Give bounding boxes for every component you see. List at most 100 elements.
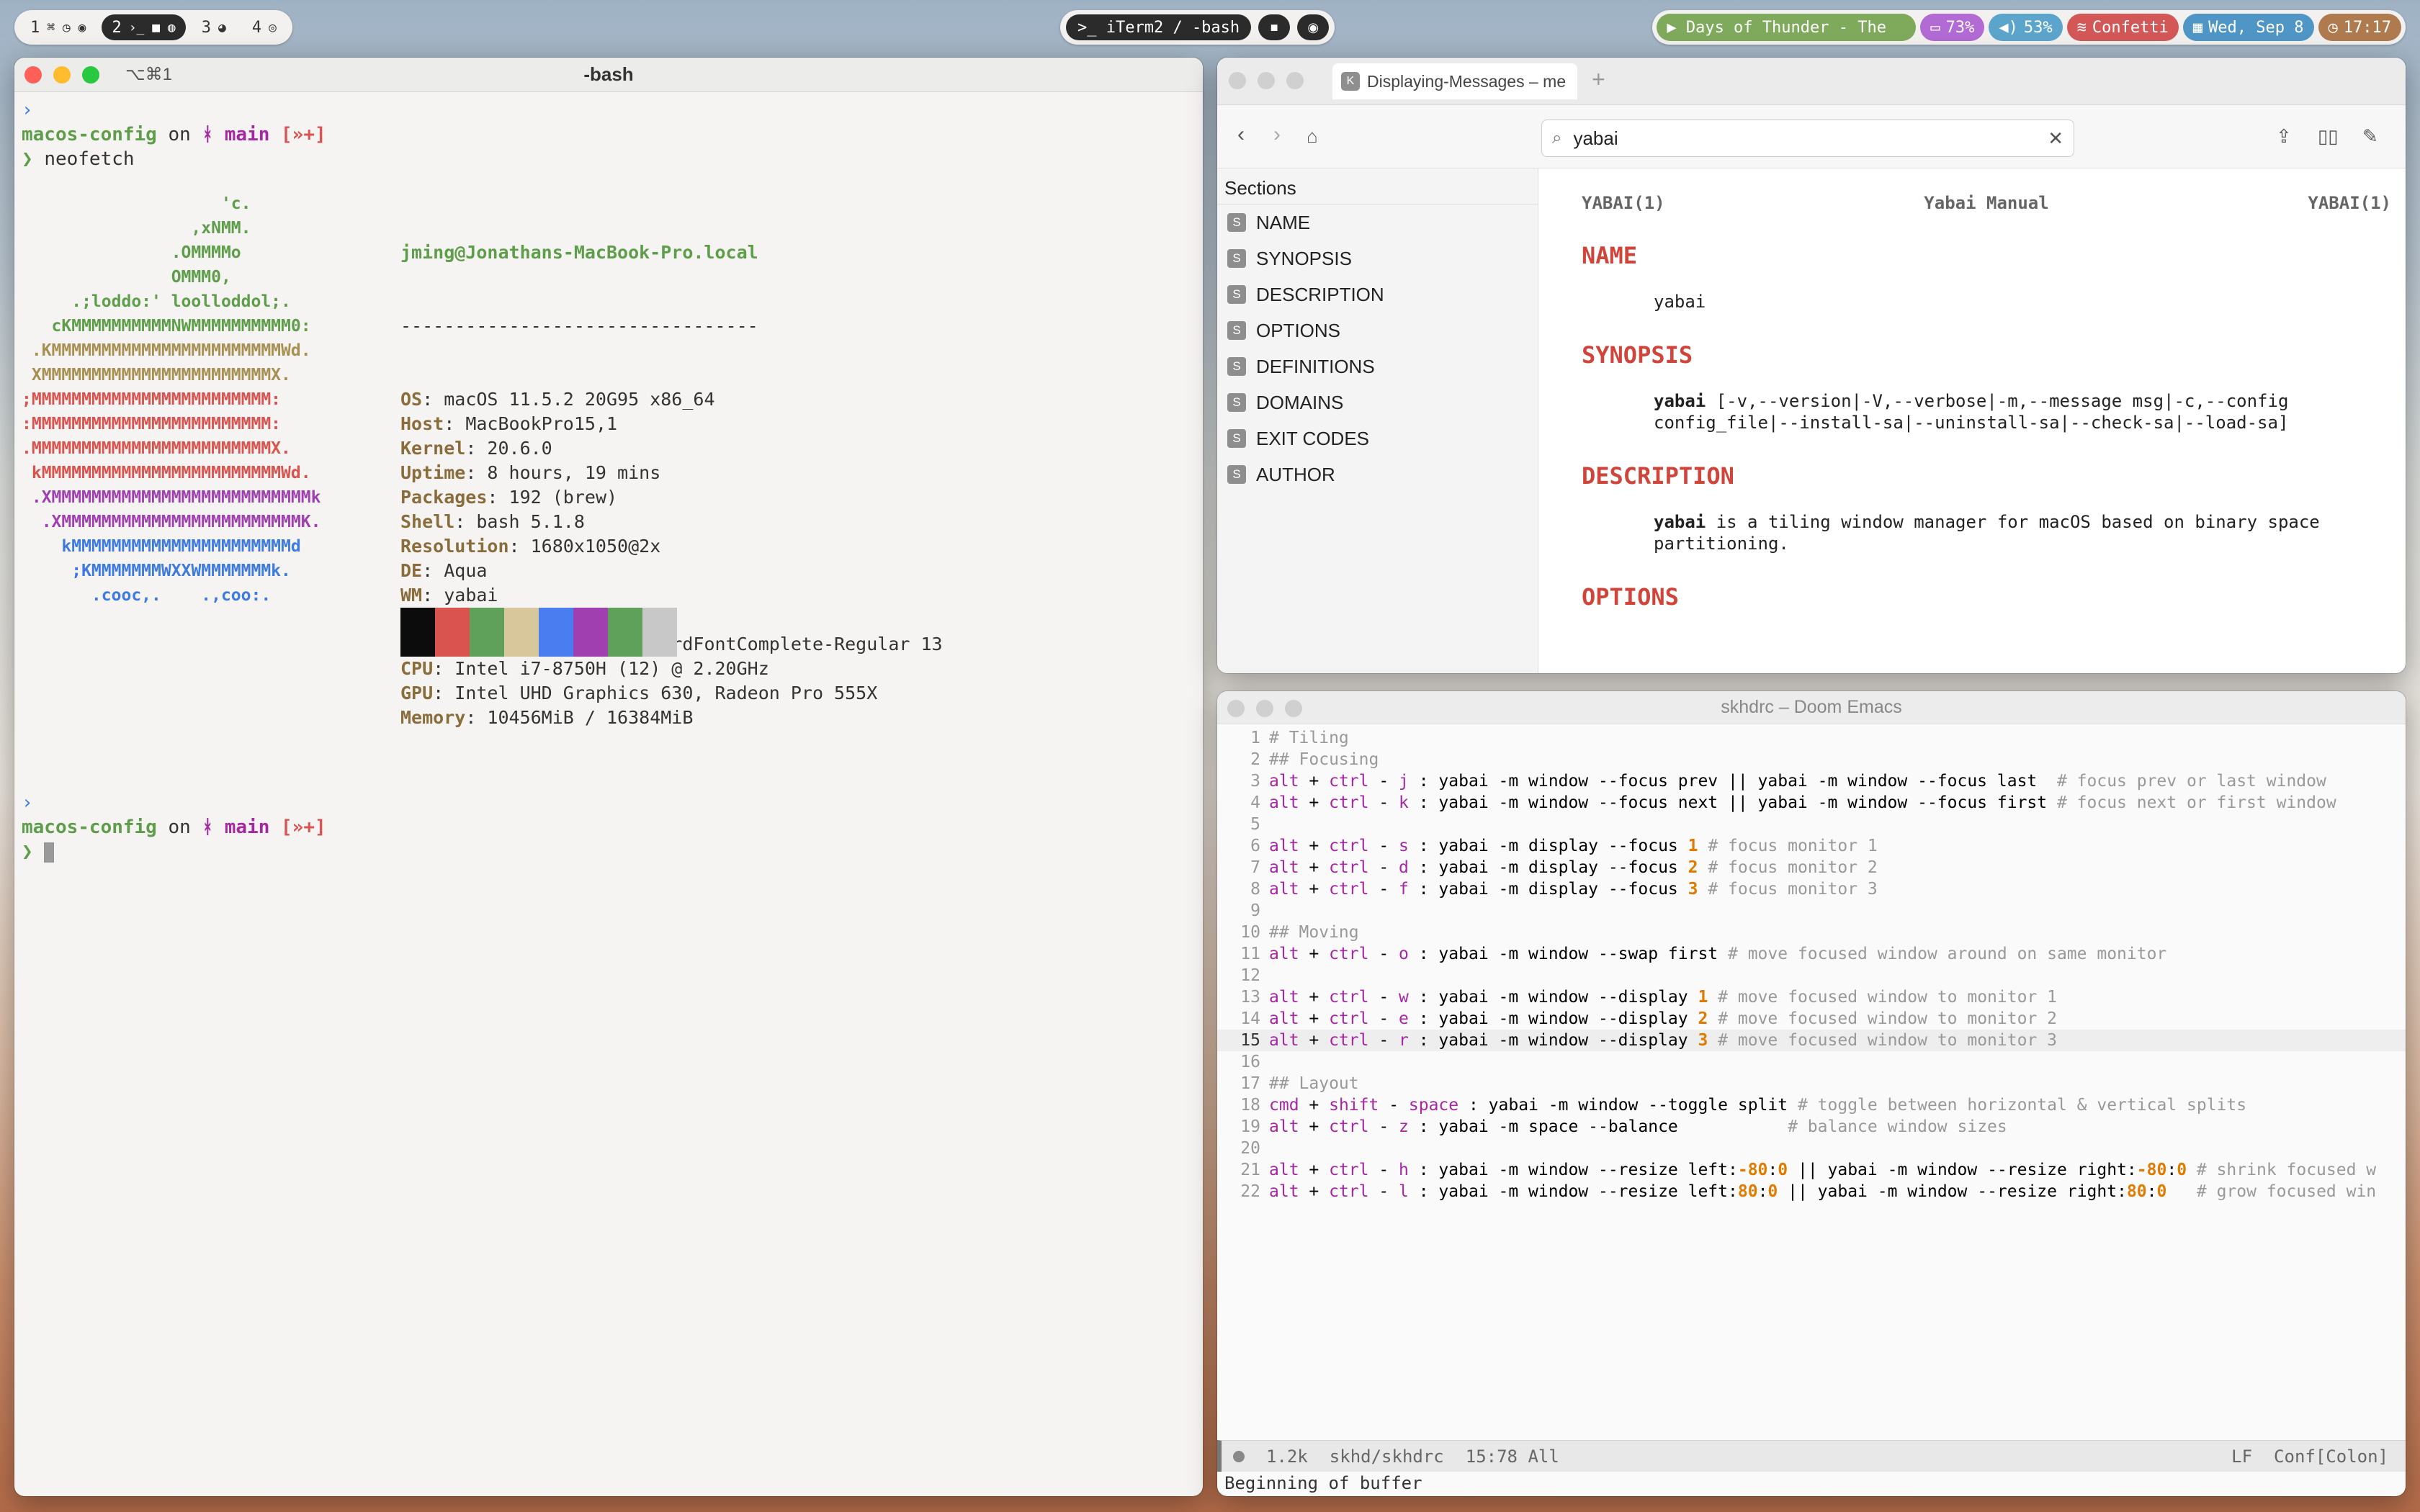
space-1[interactable]: 1 ⌘ ◷ ◉ [20, 14, 96, 40]
spaces-bar: 1 ⌘ ◷ ◉ 2 ›_ ■ ◍ 3 ◕ 4 ◎ [14, 10, 292, 45]
info-value: yabai [444, 585, 498, 606]
logo-line: ;MMMMMMMMMMMMMMMMMMMMMMMM: [22, 390, 282, 409]
home-icon[interactable]: ⌂ [1307, 125, 1318, 148]
space-number: 1 [30, 18, 40, 37]
space-app-icons: ›_ ■ ◍ [128, 19, 176, 35]
info-key: Host [400, 413, 444, 434]
logo-line: XMMMMMMMMMMMMMMMMMMMMMMMX. [22, 366, 291, 384]
code-line[interactable]: 14 alt + ctrl - e : yabai -m window --dis… [1217, 1008, 2406, 1030]
section-item[interactable]: S OPTIONS [1217, 312, 1538, 348]
space-2[interactable]: 2 ›_ ■ ◍ [102, 14, 186, 40]
synopsis-rest: [-v,--version|-V,--verbose|-m,--message … [1706, 391, 2289, 411]
code-line[interactable]: 11 alt + ctrl - o : yabai -m window --swa… [1217, 943, 2406, 965]
clock-icon: ◷ [2328, 18, 2338, 37]
tab-bar: K Displaying-Messages – me + [1217, 58, 2406, 105]
line-number: 14 [1240, 1009, 1260, 1028]
code-line[interactable]: 12 [1217, 965, 2406, 986]
line-text: alt + ctrl - o : yabai -m window --swap … [1269, 945, 2167, 963]
code-line[interactable]: 4 alt + ctrl - k : yabai -m window --focu… [1217, 792, 2406, 814]
help-toolbar: ‹ › ⌂ ⌕ yabai ✕ ⇪ ▯▯ ✎ [1217, 105, 2406, 168]
heading-synopsis: SYNOPSIS [1582, 341, 1693, 369]
line-number: 9 [1250, 901, 1260, 920]
emacs-icon[interactable]: ◉ [1297, 14, 1330, 40]
modeline: 1.2k skhd/skhdrc 15:78 All LF Conf[Colon… [1217, 1440, 2406, 1472]
volume-status[interactable]: ◀) 53% [1989, 14, 2063, 41]
code-line[interactable]: 3 alt + ctrl - j : yabai -m window --focu… [1217, 770, 2406, 792]
line-number: 20 [1240, 1139, 1260, 1158]
tab-title: Displaying-Messages – me [1367, 71, 1567, 91]
logo-line: ,xNMM. [22, 219, 251, 238]
input-line[interactable]: ❯ [22, 840, 1196, 864]
code-line[interactable]: 22 alt + ctrl - l : yabai -m window --res… [1217, 1181, 2406, 1202]
zoom-button[interactable] [1286, 72, 1304, 89]
wifi-status[interactable]: ≋ Confetti [2066, 14, 2179, 41]
code-line[interactable]: 6 alt + ctrl - s : yabai -m display --foc… [1217, 835, 2406, 857]
code-line[interactable]: 13 alt + ctrl - w : yabai -m window --dis… [1217, 986, 2406, 1008]
search-field[interactable]: ⌕ yabai ✕ [1541, 120, 2074, 157]
code-line[interactable]: 16 [1217, 1051, 2406, 1073]
section-item[interactable]: S DEFINITIONS [1217, 348, 1538, 384]
minimize-button[interactable] [1258, 72, 1275, 89]
terminal-prompt-2: › macos-config on ᚼ main [»+] ❯ [14, 785, 1203, 870]
manual-header: YABAI(1) Yabai Manual YABAI(1) [1582, 193, 2391, 213]
space-3[interactable]: 3 ◕ [192, 14, 236, 40]
logo-line: .KMMMMMMMMMMMMMMMMMMMMMMMWd. [22, 341, 311, 360]
code-editor[interactable]: 1 # Tiling 2 ## Focusing 3 alt + ctrl - j : y… [1217, 727, 2406, 1202]
code-line[interactable]: 20 [1217, 1138, 2406, 1159]
color-swatch [435, 608, 470, 657]
now-playing-label: ▶ Days of Thunder - The [1667, 18, 1886, 37]
new-tab-button[interactable]: + [1592, 66, 1605, 93]
header-center: Yabai Manual [1924, 193, 2049, 213]
book-icon[interactable]: ▯▯ [2318, 125, 2339, 148]
battery-status[interactable]: ▭ 73% [1920, 14, 1985, 41]
finder-icon[interactable]: ■ [1258, 14, 1291, 40]
search-value[interactable]: yabai [1573, 127, 2036, 150]
code-line[interactable]: 9 [1217, 900, 2406, 922]
date-status[interactable]: ▦ Wed, Sep 8 [2182, 14, 2314, 41]
logo-line: kMMMMMMMMMMMMMMMMMMMMMMd [22, 537, 301, 556]
now-playing[interactable]: ▶ Days of Thunder - The [1657, 14, 1917, 41]
line-text: # Tiling [1269, 729, 1349, 747]
forward-button[interactable]: › [1273, 122, 1281, 147]
line-number: 18 [1240, 1096, 1260, 1115]
modified-indicator-icon [1233, 1450, 1245, 1462]
git-branch: main [224, 124, 270, 145]
code-line[interactable]: 21 alt + ctrl - h : yabai -m window --res… [1217, 1159, 2406, 1181]
code-line[interactable]: 18 cmd + shift - space : yabai -m window … [1217, 1094, 2406, 1116]
code-line[interactable]: 5 [1217, 814, 2406, 835]
code-line[interactable]: 1 # Tiling [1217, 727, 2406, 749]
section-item[interactable]: S DESCRIPTION [1217, 276, 1538, 312]
close-button[interactable] [1229, 72, 1246, 89]
focused-window-title[interactable]: >_ iTerm2 / -bash [1066, 14, 1252, 40]
heading-options: OPTIONS [1582, 583, 1679, 611]
clear-search-icon[interactable]: ✕ [2048, 127, 2063, 150]
section-item[interactable]: S EXIT CODES [1217, 420, 1538, 456]
section-item[interactable]: S NAME [1217, 204, 1538, 240]
code-line[interactable]: 7 alt + ctrl - d : yabai -m display --foc… [1217, 857, 2406, 878]
code-line[interactable]: 10 ## Moving [1217, 922, 2406, 943]
section-item[interactable]: S AUTHOR [1217, 456, 1538, 492]
code-line[interactable]: 19 alt + ctrl - z : yabai -m space --bala… [1217, 1116, 2406, 1138]
space-4[interactable]: 4 ◎ [242, 14, 287, 40]
back-button[interactable]: ‹ [1237, 122, 1245, 147]
clock-status[interactable]: ◷ 17:17 [2318, 14, 2401, 41]
section-item[interactable]: S SYNOPSIS [1217, 240, 1538, 276]
compose-icon[interactable]: ✎ [2362, 125, 2378, 148]
line-text: alt + ctrl - h : yabai -m window --resiz… [1269, 1161, 2377, 1179]
line-text: cmd + shift - space : yabai -m window --… [1269, 1096, 2247, 1115]
user-host: jming@Jonathans-MacBook-Pro.local [400, 242, 758, 263]
git-status: [»+] [281, 816, 326, 838]
active-tab[interactable]: K Displaying-Messages – me [1332, 63, 1577, 99]
code-line[interactable]: 15 alt + ctrl - r : yabai -m window --dis… [1217, 1030, 2406, 1051]
code-line[interactable]: 2 ## Focusing [1217, 749, 2406, 770]
section-item[interactable]: S DOMAINS [1217, 384, 1538, 420]
synopsis-text: yabai [-v,--version|-V,--verbose|-m,--me… [1654, 390, 2391, 433]
color-palette [400, 608, 677, 657]
share-icon[interactable]: ⇪ [2276, 125, 2292, 148]
section-icon: S [1227, 213, 1246, 232]
logo-line: kMMMMMMMMMMMMMMMMMMMMMMMMWd. [22, 464, 311, 482]
line-number: 10 [1240, 923, 1260, 942]
space-app-icons: ◕ [218, 19, 226, 35]
code-line[interactable]: 17 ## Layout [1217, 1073, 2406, 1094]
code-line[interactable]: 8 alt + ctrl - f : yabai -m display --foc… [1217, 878, 2406, 900]
